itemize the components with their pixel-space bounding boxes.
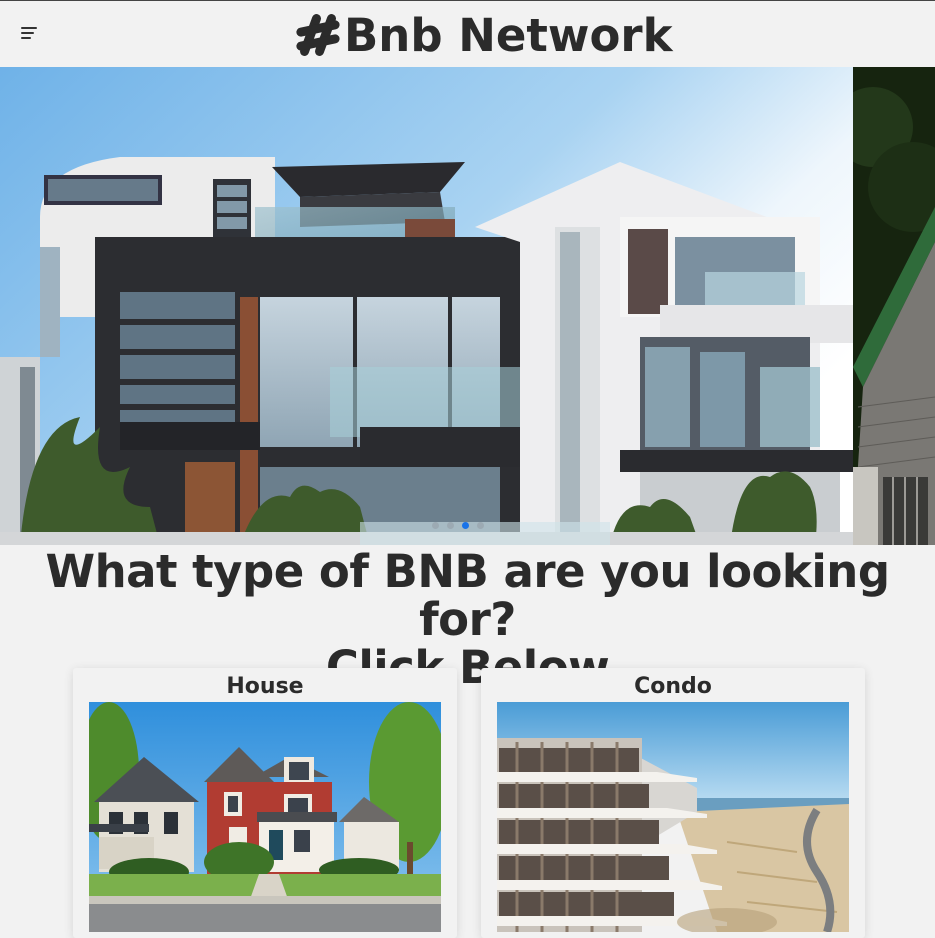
category-card-house[interactable]: House — [73, 668, 457, 938]
site-header: Bnb Network — [0, 1, 935, 67]
hamburger-menu-icon[interactable] — [21, 26, 41, 42]
carousel-dot-3[interactable] — [462, 522, 469, 529]
image-carousel[interactable] — [0, 67, 935, 545]
cottage-photo — [853, 67, 935, 545]
condo-photo[interactable] — [497, 702, 849, 932]
house-photo[interactable] — [89, 702, 441, 932]
hashtag-icon — [296, 14, 340, 56]
carousel-dot-2[interactable] — [447, 522, 454, 529]
carousel-slide-cottage — [853, 67, 935, 545]
carousel-dot-1[interactable] — [432, 522, 439, 529]
carousel-slide-modern-villa — [0, 67, 853, 545]
brand-name: Bnb Network — [344, 8, 673, 62]
card-title-condo: Condo — [634, 674, 712, 699]
modern-villa-photo — [0, 67, 853, 545]
card-title-house: House — [226, 674, 304, 699]
category-card-condo[interactable]: Condo — [481, 668, 865, 938]
brand-logo[interactable]: Bnb Network — [292, 5, 673, 65]
prompt-line-1: What type of BNB are you looking for? — [45, 545, 890, 646]
carousel-indicators — [432, 522, 484, 530]
carousel-dot-4[interactable] — [477, 522, 484, 529]
